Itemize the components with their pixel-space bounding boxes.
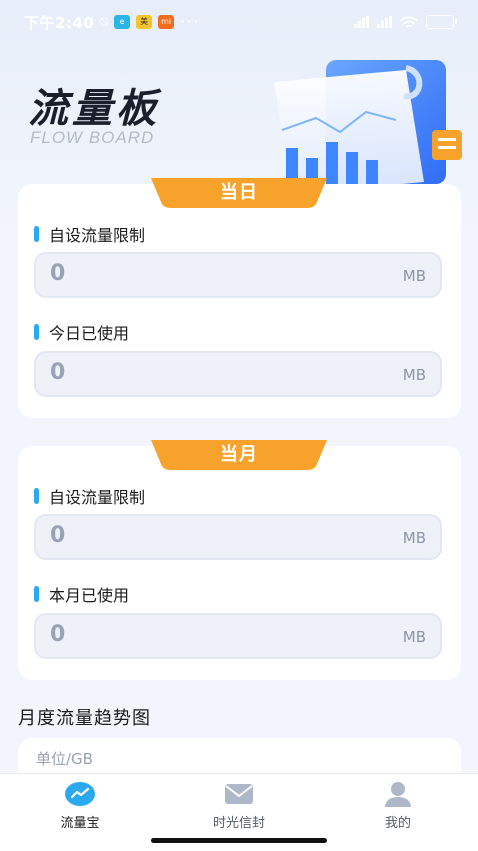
monthly-limit-label-text: 自设流量限制 xyxy=(49,488,146,507)
daily-limit-field[interactable]: 0 MB xyxy=(34,252,442,298)
nav-label-envelope: 时光信封 xyxy=(212,816,265,831)
app-notification-icon: mi xyxy=(158,15,175,29)
status-left: 下午2:40 ⍉ e 美 mi ··· xyxy=(24,12,200,33)
tab-monthly-label: 当月 xyxy=(220,444,258,465)
chart-unit-label: 单位/GB xyxy=(36,750,93,768)
monthly-used-value: 0 xyxy=(50,622,66,647)
trend-section-title: 月度流量趋势图 xyxy=(18,708,151,729)
user-icon xyxy=(385,782,411,807)
daily-used-value: 0 xyxy=(50,360,66,385)
monthly-used-label-text: 本月已使用 xyxy=(49,586,130,605)
label-marker xyxy=(34,226,39,242)
trend-icon xyxy=(65,782,95,806)
app-notification-icon: 美 xyxy=(136,15,153,29)
nav-item-flow[interactable]: 流量宝 xyxy=(30,780,130,831)
daily-limit-label: 自设流量限制 xyxy=(34,222,145,246)
battery-icon xyxy=(426,15,457,29)
daily-used-field[interactable]: 0 MB xyxy=(34,351,442,397)
daily-limit-label-text: 自设流量限制 xyxy=(49,226,146,245)
status-right xyxy=(354,15,457,29)
monthly-limit-value: 0 xyxy=(50,523,66,548)
monthly-used-label: 本月已使用 xyxy=(34,582,129,606)
tab-daily-label: 当日 xyxy=(220,182,258,203)
wifi-icon xyxy=(400,16,418,27)
home-indicator xyxy=(151,838,327,843)
envelope-icon xyxy=(225,784,253,804)
page-subtitle: FLOW BOARD xyxy=(30,128,155,147)
status-time: 下午2:40 xyxy=(24,13,95,32)
nav-label-mine: 我的 xyxy=(384,816,411,831)
alarm-off-icon: ⍉ xyxy=(100,14,109,30)
monthly-limit-label: 自设流量限制 xyxy=(34,484,145,508)
page-title: 流量板 xyxy=(28,86,160,132)
daily-used-label-text: 今日已使用 xyxy=(49,324,130,343)
monthly-used-unit: MB xyxy=(402,628,426,646)
daily-limit-value: 0 xyxy=(50,261,66,286)
signal-icon xyxy=(354,16,369,28)
label-marker xyxy=(34,586,39,602)
monthly-limit-unit: MB xyxy=(402,529,426,547)
nav-item-envelope[interactable]: 时光信封 xyxy=(189,780,289,831)
monthly-used-field[interactable]: 0 MB xyxy=(34,613,442,659)
daily-limit-unit: MB xyxy=(402,267,426,285)
status-bar: 下午2:40 ⍉ e 美 mi ··· xyxy=(0,0,478,44)
daily-used-label: 今日已使用 xyxy=(34,320,129,344)
nav-item-mine[interactable]: 我的 xyxy=(348,780,448,831)
tab-monthly: 当月 xyxy=(151,440,327,470)
nav-label-flow: 流量宝 xyxy=(60,816,100,831)
more-notifications-icon: ··· xyxy=(180,13,201,31)
daily-used-unit: MB xyxy=(402,366,426,384)
label-marker xyxy=(34,488,39,504)
tab-daily: 当日 xyxy=(151,178,327,208)
monthly-limit-field[interactable]: 0 MB xyxy=(34,514,442,560)
app-notification-icon: e xyxy=(114,15,131,29)
signal-icon xyxy=(377,16,392,28)
label-marker xyxy=(34,324,39,340)
daily-card: 当日 自设流量限制 0 MB 今日已使用 0 MB xyxy=(18,178,461,418)
monthly-card: 当月 自设流量限制 0 MB 本月已使用 0 MB xyxy=(18,440,461,680)
